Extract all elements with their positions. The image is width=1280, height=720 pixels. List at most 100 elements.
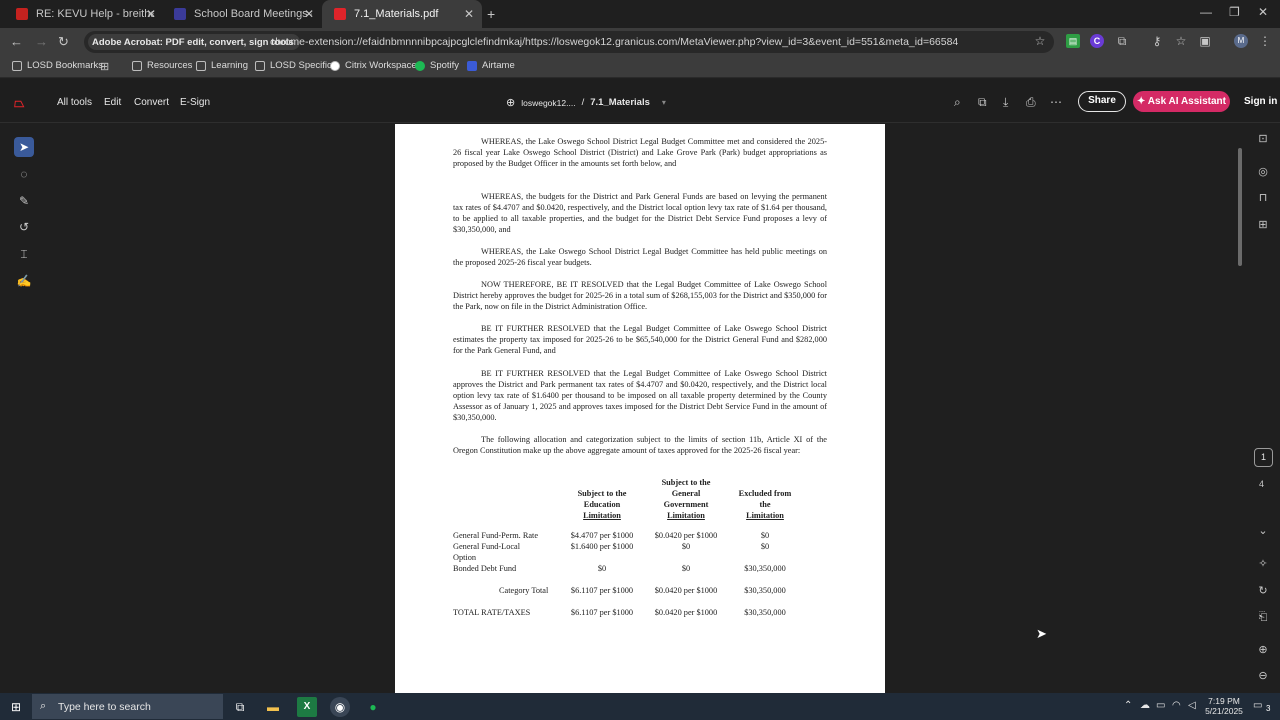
breadcrumb-site[interactable]: loswegok12.... — [521, 98, 575, 108]
bookmark-spotify[interactable]: Spotify — [415, 60, 459, 71]
header-line: Subject to the — [661, 478, 711, 487]
search-icon: ⌕ — [40, 700, 47, 712]
row-cell: $0 — [760, 531, 770, 540]
extensions-puzzle-icon[interactable]: ⧉ — [1115, 34, 1129, 48]
page-fit-icon[interactable]: ⎗ — [1255, 609, 1271, 625]
search-icon[interactable]: ⌕ — [954, 95, 961, 110]
menu-convert[interactable]: Convert — [134, 97, 169, 108]
bookmark-resources[interactable]: Resources — [132, 60, 192, 71]
share-button[interactable]: Share — [1078, 91, 1126, 112]
zoom-in-icon[interactable]: ⊕ — [1255, 642, 1271, 658]
total-pages: 4 — [1259, 479, 1265, 489]
apps-grid-icon[interactable]: ⊞ — [100, 60, 109, 73]
extension-c-icon[interactable]: C — [1090, 34, 1104, 48]
bookmark-citrix[interactable]: Citrix Workspace — [330, 60, 417, 71]
bookmark-star-icon[interactable]: ☆ — [1033, 34, 1047, 48]
pdf-page[interactable]: WHEREAS, the Lake Oswego School District… — [395, 124, 885, 693]
tab-title: RE: KEVU Help - breitham@lo — [36, 8, 154, 20]
tab-school-board[interactable]: School Board Meetings - Lake ✕ — [162, 0, 322, 28]
current-page-indicator[interactable]: 1 — [1254, 448, 1273, 467]
favorites-icon[interactable]: ☆ — [1174, 34, 1188, 48]
acrobat-logo-icon[interactable]: ⏢ — [14, 95, 30, 110]
download-icon[interactable]: ⤓ — [1003, 95, 1008, 110]
bookmark-losd-bookmarks[interactable]: LOSD Bookmarks — [12, 60, 103, 71]
close-tab-icon[interactable]: ✕ — [464, 7, 474, 21]
comment-icon[interactable]: ◌ — [14, 164, 34, 184]
scrollbar-thumb[interactable] — [1238, 148, 1242, 266]
header-line: Limitation — [667, 511, 705, 520]
password-key-icon[interactable]: ⚷ — [1150, 34, 1164, 48]
ai-button-label: Ask AI Assistant — [1147, 96, 1226, 107]
cloud-icon[interactable]: ☁ — [1140, 700, 1150, 711]
paragraph-resolved-3: BE IT FURTHER RESOLVED that the Legal Bu… — [453, 369, 827, 422]
chevron-down-icon[interactable]: ▾ — [662, 98, 666, 107]
pen-icon[interactable]: ✎ — [14, 191, 34, 211]
windows-start-icon[interactable]: ⊞ — [6, 697, 26, 717]
print-icon[interactable]: ⎙ — [1026, 95, 1036, 110]
zoom-out-icon[interactable]: ⊖ — [1255, 668, 1271, 684]
bookmark-label: Spotify — [430, 60, 460, 71]
battery-icon[interactable]: ▭ — [1156, 700, 1165, 711]
tab-title: School Board Meetings - Lake — [194, 8, 312, 20]
bookmark-airtame[interactable]: Airtame — [467, 60, 515, 71]
url-text[interactable]: chrome-extension://efaidnbmnnnibpcajpcgl… — [270, 36, 958, 48]
side-panel-icon[interactable]: ▣ — [1198, 34, 1212, 48]
row-label: General Fund-Perm. Rate — [453, 531, 539, 540]
file-explorer-icon[interactable]: ▬ — [263, 697, 283, 717]
volume-icon[interactable]: ◁ — [1188, 700, 1196, 711]
bookmark-label: Citrix Workspace — [345, 60, 417, 71]
page-display-icon[interactable]: ⧉ — [978, 95, 987, 110]
extension-chip[interactable]: Adobe Acrobat: PDF edit, convert, sign t… — [88, 34, 300, 50]
tab-materials-pdf[interactable]: 7.1_Materials.pdf ✕ — [322, 0, 482, 28]
row-cell: $0.0420 per $1000 — [654, 531, 718, 540]
menu-all-tools[interactable]: All tools — [57, 97, 92, 108]
chevron-down-icon[interactable]: ⌄ — [1255, 523, 1271, 539]
spotify-icon[interactable]: ● — [363, 697, 383, 717]
rotate-icon[interactable]: ↻ — [1255, 583, 1271, 599]
thumbnails-panel-icon[interactable]: ⊞ — [1255, 217, 1271, 233]
magic-tool-icon[interactable]: ✧ — [1255, 556, 1271, 572]
chrome-icon[interactable]: ◉ — [330, 697, 350, 717]
sign-icon[interactable]: ✍ — [14, 271, 34, 291]
breadcrumb-file[interactable]: 7.1_Materials — [590, 97, 650, 108]
excel-icon[interactable]: X — [297, 697, 317, 717]
system-clock[interactable]: 7:19 PM 5/21/2025 — [1200, 696, 1248, 716]
minimize-icon[interactable]: — — [1200, 5, 1212, 19]
restore-icon[interactable]: ❐ — [1229, 5, 1240, 19]
notification-icon[interactable]: ▭ — [1253, 700, 1262, 711]
spotify-icon — [415, 60, 425, 71]
wifi-icon[interactable]: ◠ — [1172, 700, 1181, 711]
comments-panel-icon[interactable]: ◎ — [1255, 164, 1271, 180]
mouse-cursor-icon: ➤ — [1036, 626, 1047, 641]
ai-panel-icon[interactable]: ⊡ — [1255, 131, 1271, 147]
notification-count: 3 — [1266, 704, 1271, 713]
text-select-icon[interactable]: ⌶ — [14, 244, 34, 264]
reload-icon[interactable]: ↻ — [58, 34, 69, 50]
new-tab-button[interactable]: + — [487, 6, 495, 22]
extension-green-icon[interactable]: ▤ — [1066, 34, 1080, 48]
close-tab-icon[interactable]: ✕ — [146, 7, 156, 21]
taskbar-search[interactable]: ⌕ Type here to search — [32, 694, 223, 719]
row-label: TOTAL RATE/TAXES — [453, 608, 531, 617]
forward-icon[interactable]: → — [35, 34, 48, 49]
tab-email[interactable]: RE: KEVU Help - breitham@lo ✕ — [4, 0, 164, 28]
menu-esign[interactable]: E-Sign — [180, 97, 210, 108]
profile-avatar[interactable]: M — [1234, 34, 1248, 48]
tray-chevron-icon[interactable]: ⌃ — [1124, 700, 1132, 711]
select-cursor-icon[interactable]: ➤ — [14, 137, 34, 157]
menu-edit[interactable]: Edit — [104, 97, 121, 108]
header-line: Limitation — [746, 511, 784, 520]
sign-in-link[interactable]: Sign in — [1244, 96, 1277, 107]
close-tab-icon[interactable]: ✕ — [304, 7, 314, 21]
browser-menu-icon[interactable]: ⋮ — [1258, 34, 1272, 48]
more-options-icon[interactable]: ⋯ — [1050, 95, 1062, 109]
close-window-icon[interactable]: ✕ — [1258, 5, 1268, 19]
back-icon[interactable]: ← — [10, 34, 23, 49]
ask-ai-assistant-button[interactable]: ✦ Ask AI Assistant — [1133, 91, 1230, 112]
pdf-icon — [334, 8, 346, 20]
lasso-draw-icon[interactable]: ↺ — [14, 217, 34, 237]
bookmarks-panel-icon[interactable]: ⊓ — [1255, 190, 1271, 206]
task-view-icon[interactable]: ⧉ — [230, 697, 250, 717]
bookmark-losd-specific[interactable]: LOSD Specific — [255, 60, 332, 71]
bookmark-learning[interactable]: Learning — [196, 60, 248, 71]
